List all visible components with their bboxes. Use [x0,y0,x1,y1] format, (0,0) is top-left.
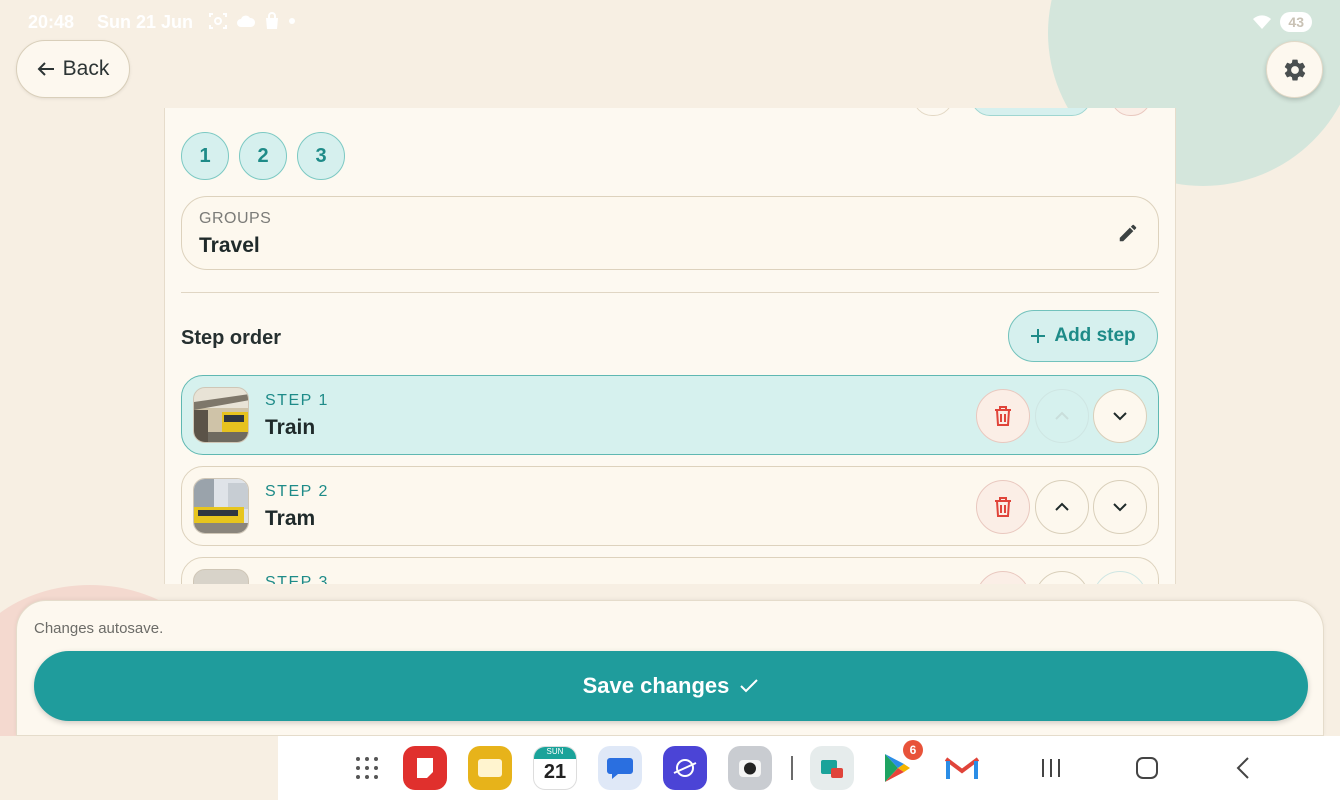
step-label: STEP 2 [265,483,329,500]
step-order-title: Step order [181,327,282,349]
move-up-button[interactable] [1035,389,1089,443]
step-row-2[interactable]: STEP 2 Tram [181,466,1159,546]
save-changes-label: Save changes [582,673,730,698]
move-down-button[interactable] [1093,389,1147,443]
page-chip-1[interactable]: 1 [181,132,229,180]
save-panel: Changes autosave. Save changes [16,600,1324,736]
autosave-note: Changes autosave. [34,620,164,637]
trash-icon [995,406,1011,426]
step-label: STEP 1 [265,392,329,409]
move-up-button[interactable] [1035,571,1089,584]
grid-icon [356,757,378,779]
add-step-button[interactable]: Add step [1008,310,1158,362]
partial-button-top [971,108,1091,116]
move-up-button[interactable] [1035,480,1089,534]
recent-apps-button[interactable] [1036,754,1066,782]
checkmark-icon [740,679,759,693]
page-chip-3[interactable]: 3 [297,132,345,180]
dock-separator [791,756,793,780]
wifi-icon [1253,15,1272,29]
taskbar: SUN 21 6 [278,736,1340,800]
add-step-label: Add step [1054,325,1136,346]
back-button-label: Back [62,57,110,80]
gallery-app-icon[interactable] [810,746,854,790]
step-thumbnail-train [193,387,249,443]
move-down-button[interactable] [1093,571,1147,584]
partial-button-top [913,108,953,116]
calendar-app-icon[interactable]: SUN 21 [533,746,577,790]
chevron-down-icon [1113,503,1127,512]
chevron-down-icon [1113,412,1127,421]
cloud-icon [237,15,256,27]
delete-step-button[interactable] [976,389,1030,443]
nav-back-button[interactable] [1228,754,1258,782]
section-divider [181,292,1159,293]
pencil-icon[interactable] [1117,222,1139,244]
trash-icon [995,497,1011,517]
battery-indicator: 43 [1280,12,1312,32]
page-chip-2[interactable]: 2 [239,132,287,180]
move-down-button[interactable] [1093,480,1147,534]
gear-icon [1284,59,1305,80]
camera-app-icon[interactable] [728,746,772,790]
internet-app-icon[interactable] [663,746,707,790]
chevron-left-icon [1236,757,1249,779]
taskbar-left-area [0,736,278,800]
status-bar: 20:48 Sun 21 Jun 43 [0,0,1340,46]
dot-icon [289,18,295,24]
page-selector: 1 2 3 [181,132,345,180]
save-changes-button[interactable]: Save changes [34,651,1308,721]
delete-step-button[interactable] [976,571,1030,584]
chevron-up-icon [1055,411,1069,420]
status-system-icons: 43 [1252,12,1312,32]
notification-badge: 6 [903,740,923,760]
step-row-3[interactable]: STEP 3 [181,557,1159,584]
step-thumbnail-tram [193,478,249,534]
calendar-day-label: SUN [546,747,564,756]
folder-app-icon[interactable] [468,746,512,790]
step-row-1[interactable]: STEP 1 Train [181,375,1159,455]
arrow-left-icon [37,62,54,76]
play-store-app-icon[interactable]: 6 [875,740,923,790]
status-notification-icons [208,12,296,30]
screenshot-icon [209,13,227,29]
shopping-bag-icon [266,12,278,29]
step-thumbnail [193,569,249,584]
step-label: STEP 3 [265,574,329,584]
battery-level: 43 [1288,14,1304,30]
partial-button-top [1111,108,1151,116]
groups-field[interactable]: GROUPS Travel [181,196,1159,270]
step-name: Tram [265,507,316,530]
chevron-up-icon [1055,502,1069,511]
messages-app-icon[interactable] [598,746,642,790]
plus-icon [1031,329,1046,343]
notes-app-icon[interactable] [403,746,447,790]
recent-apps-icon [1042,759,1060,777]
settings-button[interactable] [1266,41,1323,98]
app-drawer-button[interactable] [345,746,389,790]
groups-label: GROUPS [199,210,272,227]
delete-step-button[interactable] [976,480,1030,534]
home-button[interactable] [1132,754,1162,782]
edit-card: 1 2 3 GROUPS Travel Step order Add step [164,108,1176,584]
status-date: Sun 21 Jun [97,12,194,32]
status-time: 20:48 [28,12,75,32]
calendar-day-number: 21 [543,761,567,783]
step-name: Train [265,416,316,439]
back-button[interactable]: Back [16,40,130,98]
groups-value: Travel [199,234,260,257]
gmail-app-icon[interactable] [940,746,984,790]
home-icon [1136,757,1158,779]
